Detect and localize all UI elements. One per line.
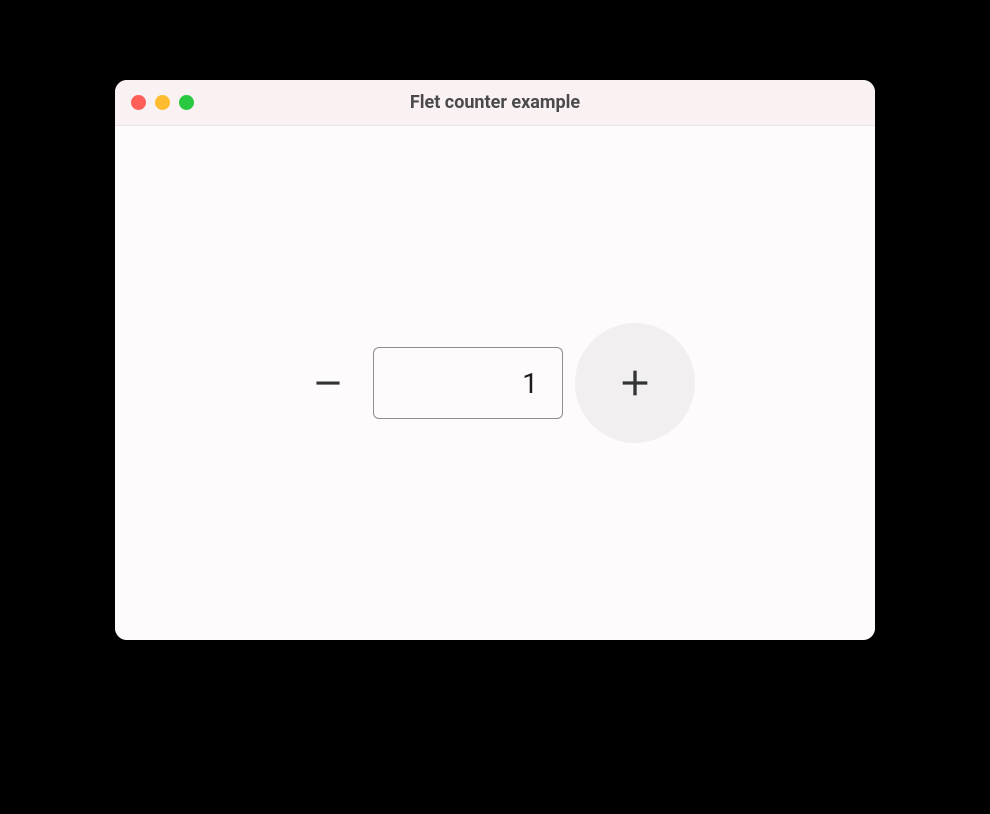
decrement-button[interactable] xyxy=(295,350,361,416)
plus-icon xyxy=(619,367,651,399)
minus-icon xyxy=(313,368,343,398)
titlebar: Flet counter example xyxy=(115,80,875,126)
increment-button[interactable] xyxy=(575,323,695,443)
maximize-window-button[interactable] xyxy=(179,95,194,110)
window-body xyxy=(115,126,875,640)
counter-value-input[interactable] xyxy=(373,347,563,419)
close-window-button[interactable] xyxy=(131,95,146,110)
minimize-window-button[interactable] xyxy=(155,95,170,110)
window-title: Flet counter example xyxy=(410,92,580,113)
counter-row xyxy=(295,323,695,443)
app-window: Flet counter example xyxy=(115,80,875,640)
traffic-lights xyxy=(131,95,194,110)
